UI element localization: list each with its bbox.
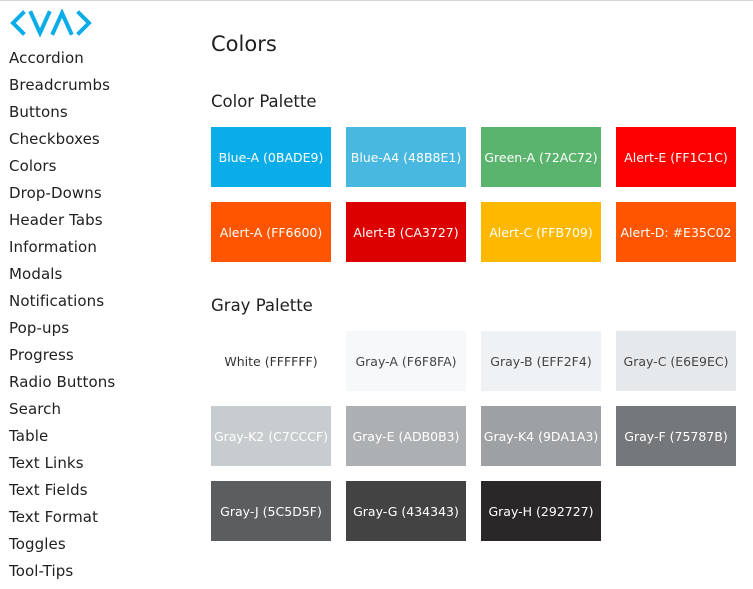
sidebar-item-information[interactable]: Information bbox=[9, 238, 189, 265]
swatch-label: Gray-K2 (C7CCCF) bbox=[213, 428, 329, 444]
swatch-label: Green-A (72AC72) bbox=[484, 149, 598, 165]
swatch-label: Alert-E (FF1C1C) bbox=[624, 149, 728, 165]
swatch-label: Gray-G (434343) bbox=[353, 503, 459, 519]
sidebar-item-tool-tips[interactable]: Tool-Tips bbox=[9, 562, 189, 589]
va-logo[interactable] bbox=[9, 9, 93, 37]
swatch-label: Gray-B (EFF2F4) bbox=[490, 353, 592, 369]
sidebar-item-text-fields[interactable]: Text Fields bbox=[9, 481, 189, 508]
sidebar-nav: Accordion Breadcrumbs Buttons Checkboxes Col… bbox=[9, 49, 189, 589]
color-swatch: Alert-E (FF1C1C) bbox=[616, 127, 736, 187]
gray-palette-heading: Gray Palette bbox=[211, 296, 313, 315]
swatch-label: Alert-C (FFB709) bbox=[489, 224, 593, 240]
sidebar-item-checkboxes[interactable]: Checkboxes bbox=[9, 130, 189, 157]
color-swatch: Gray-H (292727) bbox=[481, 481, 601, 541]
sidebar-item-drop-downs[interactable]: Drop-Downs bbox=[9, 184, 189, 211]
color-swatch: Gray-J (5C5D5F) bbox=[211, 481, 331, 541]
sidebar-item-progress[interactable]: Progress bbox=[9, 346, 189, 373]
swatch-label: Alert-A (FF6600) bbox=[219, 224, 323, 240]
swatch-label: Alert-D: #E35C02 bbox=[620, 224, 732, 240]
swatch-label: Gray-K4 (9DA1A3) bbox=[483, 428, 599, 444]
swatch-label: Gray-C (E6E9EC) bbox=[623, 353, 729, 369]
sidebar-item-toggles[interactable]: Toggles bbox=[9, 535, 189, 562]
gray-palette-grid: White (FFFFFF) Gray-A (F6F8FA) Gray-B (EFF… bbox=[211, 331, 736, 541]
color-swatch: Gray-F (75787B) bbox=[616, 406, 736, 466]
sidebar-item-breadcrumbs[interactable]: Breadcrumbs bbox=[9, 76, 189, 103]
color-swatch: Gray-C (E6E9EC) bbox=[616, 331, 736, 391]
swatch-label: Gray-F (75787B) bbox=[624, 428, 728, 444]
swatch-label: Gray-H (292727) bbox=[488, 503, 594, 519]
color-swatch: Alert-A (FF6600) bbox=[211, 202, 331, 262]
color-swatch: Gray-B (EFF2F4) bbox=[481, 331, 601, 391]
swatch-label: Gray-J (5C5D5F) bbox=[220, 503, 322, 519]
color-swatch: Gray-E (ADB0B3) bbox=[346, 406, 466, 466]
sidebar-item-table[interactable]: Table bbox=[9, 427, 189, 454]
color-swatch: Alert-B (CA3727) bbox=[346, 202, 466, 262]
color-swatch: Blue-A4 (48B8E1) bbox=[346, 127, 466, 187]
swatch-label: White (FFFFFF) bbox=[224, 353, 318, 369]
swatch-label: Blue-A (0BADE9) bbox=[218, 149, 324, 165]
sidebar-item-notifications[interactable]: Notifications bbox=[9, 292, 189, 319]
color-swatch: Blue-A (0BADE9) bbox=[211, 127, 331, 187]
color-swatch: Alert-D: #E35C02 bbox=[616, 202, 736, 262]
page-title: Colors bbox=[211, 32, 277, 56]
color-swatch: Gray-A (F6F8FA) bbox=[346, 331, 466, 391]
sidebar-item-radio-buttons[interactable]: Radio Buttons bbox=[9, 373, 189, 400]
sidebar-item-modals[interactable]: Modals bbox=[9, 265, 189, 292]
sidebar-item-accordion[interactable]: Accordion bbox=[9, 49, 189, 76]
swatch-label: Gray-E (ADB0B3) bbox=[352, 428, 460, 444]
sidebar-item-text-links[interactable]: Text Links bbox=[9, 454, 189, 481]
sidebar-item-text-format[interactable]: Text Format bbox=[9, 508, 189, 535]
color-swatch: Gray-G (434343) bbox=[346, 481, 466, 541]
color-swatch: Green-A (72AC72) bbox=[481, 127, 601, 187]
swatch-label: Alert-B (CA3727) bbox=[353, 224, 459, 240]
color-swatch: Gray-K2 (C7CCCF) bbox=[211, 406, 331, 466]
color-palette-grid: Blue-A (0BADE9) Blue-A4 (48B8E1) Green-A (… bbox=[211, 127, 736, 262]
swatch-label: Blue-A4 (48B8E1) bbox=[350, 149, 462, 165]
sidebar-item-colors[interactable]: Colors bbox=[9, 157, 189, 184]
sidebar-item-search[interactable]: Search bbox=[9, 400, 189, 427]
color-swatch: Gray-K4 (9DA1A3) bbox=[481, 406, 601, 466]
top-divider bbox=[0, 0, 753, 1]
sidebar-item-pop-ups[interactable]: Pop-ups bbox=[9, 319, 189, 346]
sidebar-item-header-tabs[interactable]: Header Tabs bbox=[9, 211, 189, 238]
sidebar-item-buttons[interactable]: Buttons bbox=[9, 103, 189, 130]
color-swatch: Alert-C (FFB709) bbox=[481, 202, 601, 262]
swatch-label: Gray-A (F6F8FA) bbox=[355, 353, 457, 369]
color-swatch: White (FFFFFF) bbox=[211, 331, 331, 391]
color-palette-heading: Color Palette bbox=[211, 92, 317, 111]
